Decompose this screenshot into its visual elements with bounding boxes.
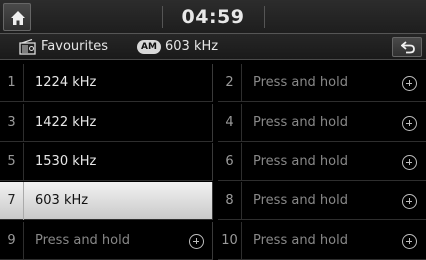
preset-number: 6 bbox=[218, 143, 242, 181]
radio-icon bbox=[19, 39, 36, 55]
preset-7[interactable]: 7 603 kHz bbox=[0, 182, 213, 220]
preset-label: 1422 kHz bbox=[35, 115, 97, 130]
plus-circle-icon[interactable] bbox=[402, 234, 417, 249]
preset-number: 4 bbox=[218, 104, 242, 142]
preset-grid: 1 1224 kHz 2 Press and hold 3 1422 kHz 4… bbox=[0, 62, 426, 260]
preset-number: 1 bbox=[0, 64, 24, 102]
plus-circle-icon[interactable] bbox=[402, 155, 417, 170]
preset-label: Press and hold bbox=[253, 154, 348, 169]
preset-5[interactable]: 5 1530 kHz bbox=[0, 143, 213, 181]
preset-number: 5 bbox=[0, 143, 24, 181]
preset-number: 10 bbox=[218, 222, 242, 260]
plus-circle-icon[interactable] bbox=[402, 116, 417, 131]
plus-circle-icon[interactable] bbox=[402, 194, 417, 209]
preset-6[interactable]: 6 Press and hold bbox=[218, 143, 426, 181]
preset-3[interactable]: 3 1422 kHz bbox=[0, 104, 213, 142]
preset-label: 1530 kHz bbox=[35, 154, 97, 169]
band-badge: AM bbox=[137, 40, 161, 54]
clock: 04:59 bbox=[181, 6, 245, 28]
preset-number: 9 bbox=[0, 222, 24, 260]
preset-number: 3 bbox=[0, 104, 24, 142]
preset-number: 8 bbox=[218, 182, 242, 220]
current-frequency: 603 kHz bbox=[165, 39, 219, 54]
source-bar: Favourites AM 603 kHz bbox=[0, 34, 426, 60]
preset-label: Press and hold bbox=[35, 233, 130, 248]
plus-circle-icon[interactable] bbox=[189, 234, 204, 249]
preset-label: Press and hold bbox=[253, 233, 348, 248]
preset-label: 603 kHz bbox=[35, 193, 89, 208]
preset-10[interactable]: 10 Press and hold bbox=[218, 222, 426, 260]
top-status-bar: 04:59 bbox=[0, 0, 426, 34]
preset-9[interactable]: 9 Press and hold bbox=[0, 222, 213, 260]
favourites-title: Favourites bbox=[41, 39, 108, 54]
preset-1[interactable]: 1 1224 kHz bbox=[0, 64, 213, 102]
plus-circle-icon[interactable] bbox=[402, 76, 417, 91]
preset-2[interactable]: 2 Press and hold bbox=[218, 64, 426, 102]
preset-label: Press and hold bbox=[253, 75, 348, 90]
preset-number: 7 bbox=[0, 182, 24, 220]
back-icon bbox=[401, 41, 415, 54]
preset-number: 2 bbox=[218, 64, 242, 102]
preset-label: Press and hold bbox=[253, 115, 348, 130]
divider bbox=[264, 6, 265, 28]
back-button[interactable] bbox=[392, 37, 422, 57]
preset-8[interactable]: 8 Press and hold bbox=[218, 182, 426, 220]
preset-label: 1224 kHz bbox=[35, 75, 97, 90]
preset-label: Press and hold bbox=[253, 193, 348, 208]
preset-4[interactable]: 4 Press and hold bbox=[218, 104, 426, 142]
